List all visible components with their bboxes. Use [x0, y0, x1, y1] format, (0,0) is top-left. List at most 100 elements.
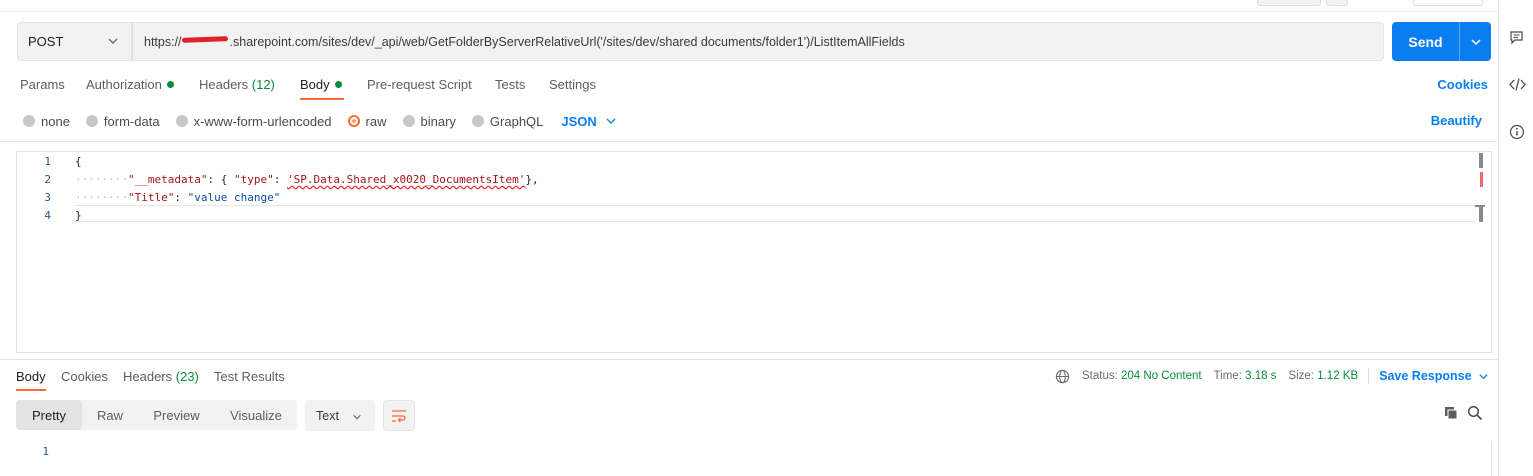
view-visualize-button[interactable]: Visualize: [215, 400, 297, 430]
view-pretty-button[interactable]: Pretty: [16, 400, 82, 430]
response-body-viewer[interactable]: 1: [16, 441, 1492, 476]
editor-scrollbar[interactable]: [1475, 152, 1485, 222]
wrap-lines-icon: [392, 409, 406, 422]
status-dot-icon: [166, 81, 174, 88]
radio-label: x-www-form-urlencoded: [193, 113, 332, 129]
time-label: Time:: [1213, 370, 1242, 382]
response-view-toggle: Pretty Raw Preview Visualize: [16, 400, 297, 430]
language-select[interactable]: JSON: [561, 114, 616, 129]
radio-binary[interactable]: binary: [402, 114, 456, 129]
tab-label: Test Results: [214, 369, 285, 384]
beautify-link[interactable]: Beautify: [1431, 113, 1482, 128]
radio-urlencoded[interactable]: x-www-form-urlencoded: [175, 113, 332, 129]
radio-circle-icon: [471, 115, 484, 127]
line-number: 2: [44, 173, 51, 186]
radio-label: none: [41, 113, 70, 129]
tab-pre-request-script[interactable]: Pre-request Script: [367, 77, 472, 92]
radio-circle-icon: [23, 115, 35, 127]
scroll-marker: [1479, 207, 1483, 222]
code-token: :: [273, 173, 287, 186]
view-label: Visualize: [230, 407, 282, 423]
tab-authorization[interactable]: Authorization: [86, 77, 174, 92]
tab-settings[interactable]: Settings: [549, 77, 596, 92]
scroll-marker: [1479, 153, 1483, 168]
method-label: POST: [28, 34, 64, 49]
response-status-bar: Status: 204 No Content Time: 3.18 s Size…: [1055, 368, 1489, 384]
body-mode-radio-group: none form-data x-www-form-urlencoded raw…: [23, 113, 617, 129]
radio-circle-icon: [85, 115, 98, 127]
url-text: .sharepoint.com/sites/dev/_api/web/GetFo…: [229, 34, 905, 49]
tab-label: Body: [16, 369, 46, 384]
divider: [0, 141, 1498, 142]
top-strip: [0, 0, 1498, 12]
tab-label: Headers: [123, 369, 173, 384]
tab-count: (23): [175, 369, 199, 384]
radio-form-data[interactable]: form-data: [85, 113, 160, 129]
chevron-down-icon: [1478, 373, 1488, 379]
send-options-button[interactable]: [1460, 36, 1491, 48]
tab-body[interactable]: Body: [300, 77, 342, 92]
radio-circle-icon: [175, 115, 188, 127]
request-body-editor[interactable]: 1 2 3 4 {········"__metadata": { "type":…: [16, 151, 1492, 353]
language-label: JSON: [561, 113, 597, 129]
status-dot-icon: [334, 81, 342, 88]
response-tab-body[interactable]: Body: [16, 369, 46, 384]
tab-headers[interactable]: Headers (12): [199, 77, 275, 92]
status-value[interactable]: 204 No Content: [1121, 370, 1202, 382]
code-icon[interactable]: [1509, 77, 1526, 92]
response-format-select[interactable]: Text: [305, 400, 375, 431]
view-label: Pretty: [32, 407, 66, 423]
view-label: Raw: [96, 407, 123, 423]
active-tab-indicator: [16, 389, 46, 391]
redaction-mark: [181, 36, 228, 43]
size-value[interactable]: 1.12 KB: [1317, 370, 1358, 382]
wrap-lines-button[interactable]: [383, 400, 415, 431]
code-token: :: [174, 191, 188, 204]
view-raw-button[interactable]: Raw: [82, 400, 138, 430]
radio-label: form-data: [103, 113, 160, 129]
search-icon[interactable]: [1467, 405, 1483, 421]
info-icon[interactable]: [1509, 124, 1525, 140]
divider: [1368, 368, 1370, 384]
top-stub-button[interactable]: [1257, 0, 1321, 6]
size-label: Size:: [1288, 370, 1315, 382]
divider: [0, 359, 1498, 360]
line-number: 4: [44, 209, 51, 222]
radio-raw[interactable]: raw: [347, 114, 387, 129]
line-number: 3: [44, 191, 51, 204]
send-button[interactable]: Send: [1392, 22, 1491, 61]
code-line: ········"Title": "value change": [75, 191, 280, 204]
code-line: {: [75, 155, 82, 168]
code-token: : {: [207, 173, 234, 186]
top-stub-button-2[interactable]: [1326, 0, 1348, 6]
view-preview-button[interactable]: Preview: [138, 400, 215, 430]
right-sidebar: [1498, 0, 1533, 476]
save-response-button[interactable]: Save Response: [1379, 369, 1488, 383]
response-tab-headers[interactable]: Headers (23): [123, 369, 199, 384]
tab-label: Tests: [495, 77, 526, 92]
tab-label: Pre-request Script: [367, 77, 472, 92]
copy-icon[interactable]: [1444, 406, 1459, 421]
send-label: Send: [1408, 33, 1443, 50]
radio-none[interactable]: none: [23, 114, 70, 129]
radio-graphql[interactable]: GraphQL: [471, 113, 544, 129]
comment-icon[interactable]: [1509, 30, 1524, 45]
tab-tests[interactable]: Tests: [495, 77, 525, 92]
time-value[interactable]: 3.18 s: [1245, 370, 1276, 382]
line-number: 1: [42, 445, 49, 458]
response-tab-cookies[interactable]: Cookies: [61, 369, 108, 384]
cookies-link[interactable]: Cookies: [1437, 77, 1488, 92]
chevron-down-icon: [108, 38, 118, 44]
error-marker: [1480, 172, 1483, 187]
url-input[interactable]: https:// .sharepoint.com/sites/dev/_api/…: [132, 22, 1384, 61]
method-select[interactable]: POST: [17, 22, 132, 61]
top-stub-toggle[interactable]: [1413, 0, 1483, 6]
whitespace-marker: ········: [75, 191, 128, 204]
globe-icon[interactable]: [1055, 369, 1070, 384]
view-label: Preview: [153, 407, 200, 423]
radio-label: GraphQL: [489, 113, 544, 129]
postman-request-view: POST https:// .sharepoint.com/sites/dev/…: [0, 0, 1533, 476]
code-line: ········"__metadata": { "type": 'SP.Data…: [75, 173, 539, 186]
response-tab-test-results[interactable]: Test Results: [214, 369, 285, 384]
tab-params[interactable]: Params: [20, 77, 65, 92]
